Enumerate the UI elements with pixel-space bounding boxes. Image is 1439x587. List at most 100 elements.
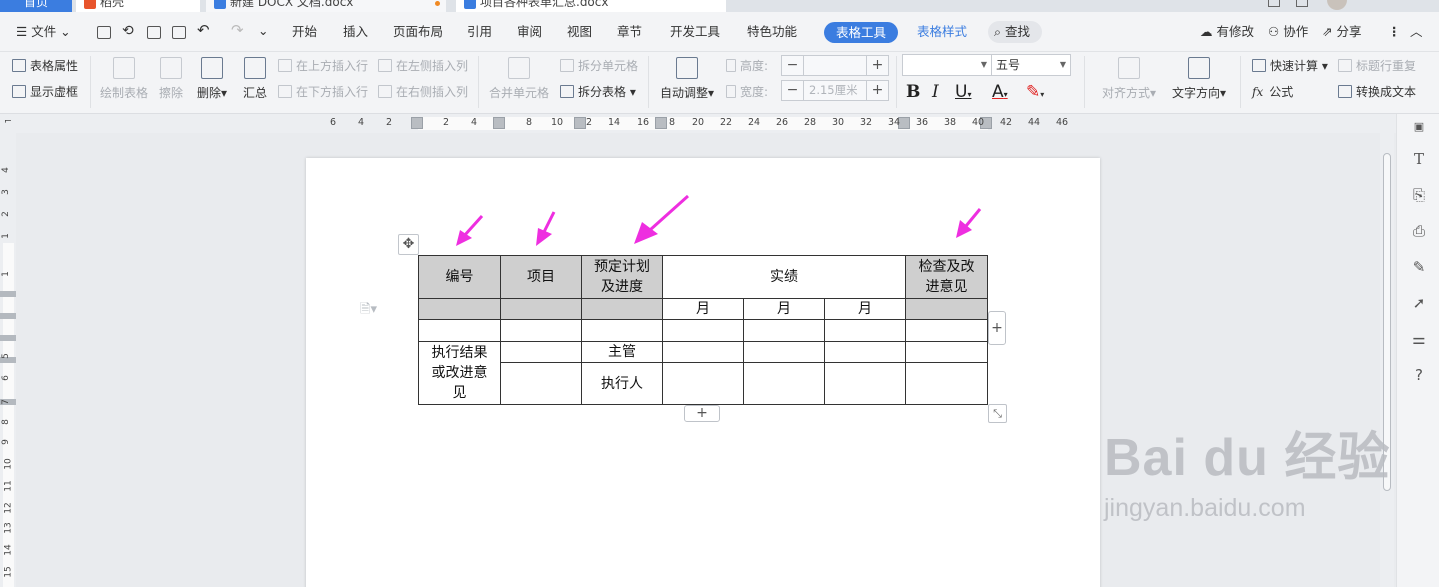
highlight-icon[interactable]: ✎▾ — [1026, 82, 1044, 105]
menu-start[interactable]: 开始 — [292, 24, 317, 40]
tab-docer[interactable]: 稻壳 — [76, 0, 200, 12]
ruler-col-marker[interactable] — [493, 117, 505, 129]
height-stepper[interactable]: − + — [781, 55, 889, 76]
width-increase[interactable]: + — [866, 81, 888, 100]
more-icon[interactable]: ⋮ — [1388, 24, 1401, 40]
table-cell[interactable] — [581, 319, 663, 342]
sliders-icon[interactable]: ⚌ — [1410, 330, 1428, 348]
select-cursor-icon[interactable]: ➚ — [1410, 294, 1428, 312]
menu-review[interactable]: 审阅 — [517, 24, 542, 40]
text-direction-button[interactable]: 文字方向▾ — [1168, 57, 1230, 101]
table-cell[interactable] — [824, 319, 906, 342]
merge-cells-button[interactable]: 合并单元格 — [488, 57, 550, 101]
table-cell[interactable]: 月 — [824, 298, 906, 320]
erase-button[interactable]: 擦除 — [156, 57, 186, 101]
help-icon[interactable]: ? — [1410, 366, 1428, 384]
summary-button[interactable]: 汇总 — [240, 57, 270, 101]
insert-col-right-button[interactable]: 在右侧插入列 — [378, 84, 468, 100]
menu-developer[interactable]: 开发工具 — [670, 24, 720, 40]
menu-special[interactable]: 特色功能 — [747, 24, 797, 40]
insert-row-below-button[interactable]: 在下方插入行 — [278, 84, 368, 100]
table-cell[interactable]: 执行结果或改进意见 — [418, 341, 501, 405]
print-icon[interactable] — [147, 26, 161, 39]
table-cell[interactable]: 项目 — [500, 255, 582, 299]
table-cell[interactable] — [905, 341, 988, 363]
save-icon[interactable] — [97, 26, 111, 39]
table-cell[interactable]: 主管 — [581, 341, 663, 363]
table-resize-icon[interactable]: ⤡ — [988, 404, 1007, 423]
table-cell[interactable]: 月 — [662, 298, 744, 320]
table-cell[interactable] — [500, 341, 582, 363]
delete-button[interactable]: 删除▾ — [194, 57, 230, 101]
table-props-button[interactable]: 表格属性 — [12, 58, 78, 74]
menu-page-layout[interactable]: 页面布局 — [393, 24, 443, 40]
repeat-header-button[interactable]: 标题行重复 — [1338, 58, 1416, 74]
window-icon[interactable] — [1268, 0, 1280, 7]
table-cell[interactable]: 检查及改进意见 — [905, 255, 988, 299]
paragraph-options-icon[interactable]: 🗎▾ — [360, 300, 377, 322]
tab-new-doc[interactable]: 新建 DOCX 文档.docx — [206, 0, 446, 12]
panel-toggle-icon[interactable]: ▣ — [1410, 118, 1428, 136]
tab-stop-icon[interactable]: ⌐ — [4, 116, 12, 128]
to-text-button[interactable]: 转换成文本 — [1338, 84, 1416, 100]
menu-insert[interactable]: 插入 — [343, 24, 368, 40]
redo-icon[interactable]: ↷ — [231, 22, 244, 38]
avatar[interactable] — [1327, 0, 1347, 10]
tab-home[interactable]: 首页 — [0, 0, 72, 12]
collab-button[interactable]: ⚇ 协作 — [1268, 24, 1308, 40]
auto-fit-button[interactable]: 自动调整▾ — [656, 57, 718, 101]
share-button[interactable]: ⇗ 分享 — [1322, 24, 1361, 40]
table-cell[interactable] — [824, 341, 906, 363]
horizontal-ruler[interactable]: 6 4 2 2 4 8 10 2 14 16 8 20 22 24 26 28 … — [0, 114, 1439, 133]
table-cell[interactable] — [743, 341, 825, 363]
table-cell[interactable] — [662, 362, 744, 405]
table-cell[interactable] — [743, 319, 825, 342]
ruler-row-marker[interactable] — [0, 313, 16, 319]
align-button[interactable]: 对齐方式▾ — [1098, 57, 1160, 101]
ruler-col-marker[interactable] — [655, 117, 667, 129]
split-table-button[interactable]: 拆分表格 ▾ — [560, 84, 636, 100]
font-color-icon[interactable]: A▾ — [992, 82, 1008, 105]
table-cell[interactable] — [500, 362, 582, 405]
table-cell[interactable] — [418, 298, 501, 320]
collapse-ribbon-icon[interactable]: ︿ — [1410, 24, 1423, 40]
split-cells-button[interactable]: 拆分单元格 — [560, 58, 638, 74]
ruler-row-marker[interactable] — [0, 335, 16, 341]
document-icon[interactable]: ⎘ — [1410, 186, 1428, 204]
table-cell[interactable]: 实绩 — [662, 255, 906, 299]
table-cell[interactable] — [824, 362, 906, 405]
table-cell[interactable]: 执行人 — [581, 362, 663, 405]
text-style-icon[interactable]: T — [1410, 150, 1428, 168]
table-cell[interactable] — [500, 319, 582, 342]
search-button[interactable]: ⌕ 查找 — [988, 21, 1042, 43]
table-cell[interactable] — [905, 362, 988, 405]
modified-button[interactable]: ☁ 有修改 — [1200, 24, 1254, 40]
table-cell[interactable]: 预定计划及进度 — [581, 255, 663, 299]
pen-icon[interactable]: ✎ — [1410, 258, 1428, 276]
show-grid-button[interactable]: 显示虚框 — [12, 84, 78, 100]
format-painter-icon[interactable]: ⟲ — [122, 23, 134, 39]
width-decrease[interactable]: − — [782, 81, 804, 100]
tab-table-style[interactable]: 表格样式 — [917, 24, 967, 40]
italic-icon[interactable]: I — [932, 82, 939, 102]
table-cell[interactable] — [418, 319, 501, 342]
formula-button[interactable]: fx 公式 — [1252, 84, 1293, 100]
height-decrease[interactable]: − — [782, 56, 804, 75]
table-cell[interactable] — [500, 298, 582, 320]
bold-icon[interactable]: B — [906, 82, 920, 102]
table-cell[interactable] — [662, 341, 744, 363]
menu-chapter[interactable]: 章节 — [617, 24, 642, 40]
ruler-col-marker[interactable] — [411, 117, 423, 129]
draw-table-button[interactable]: 绘制表格 — [98, 57, 150, 101]
menu-view[interactable]: 视图 — [567, 24, 592, 40]
ruler-row-marker[interactable] — [0, 291, 16, 297]
document-table[interactable]: 编号 项目 预定计划及进度 实绩 检查及改进意见 月 月 月 执行结果或改进意见… — [418, 255, 988, 405]
table-cell[interactable] — [662, 319, 744, 342]
add-row-button[interactable]: + — [684, 405, 720, 422]
table-cell[interactable]: 月 — [743, 298, 825, 320]
underline-icon[interactable]: U▾ — [955, 82, 971, 105]
font-family-select[interactable]: ▼ — [902, 54, 992, 76]
table-cell[interactable] — [905, 298, 988, 320]
tab-table-tools[interactable]: 表格工具 — [824, 22, 898, 43]
add-column-button[interactable]: + — [988, 311, 1006, 345]
